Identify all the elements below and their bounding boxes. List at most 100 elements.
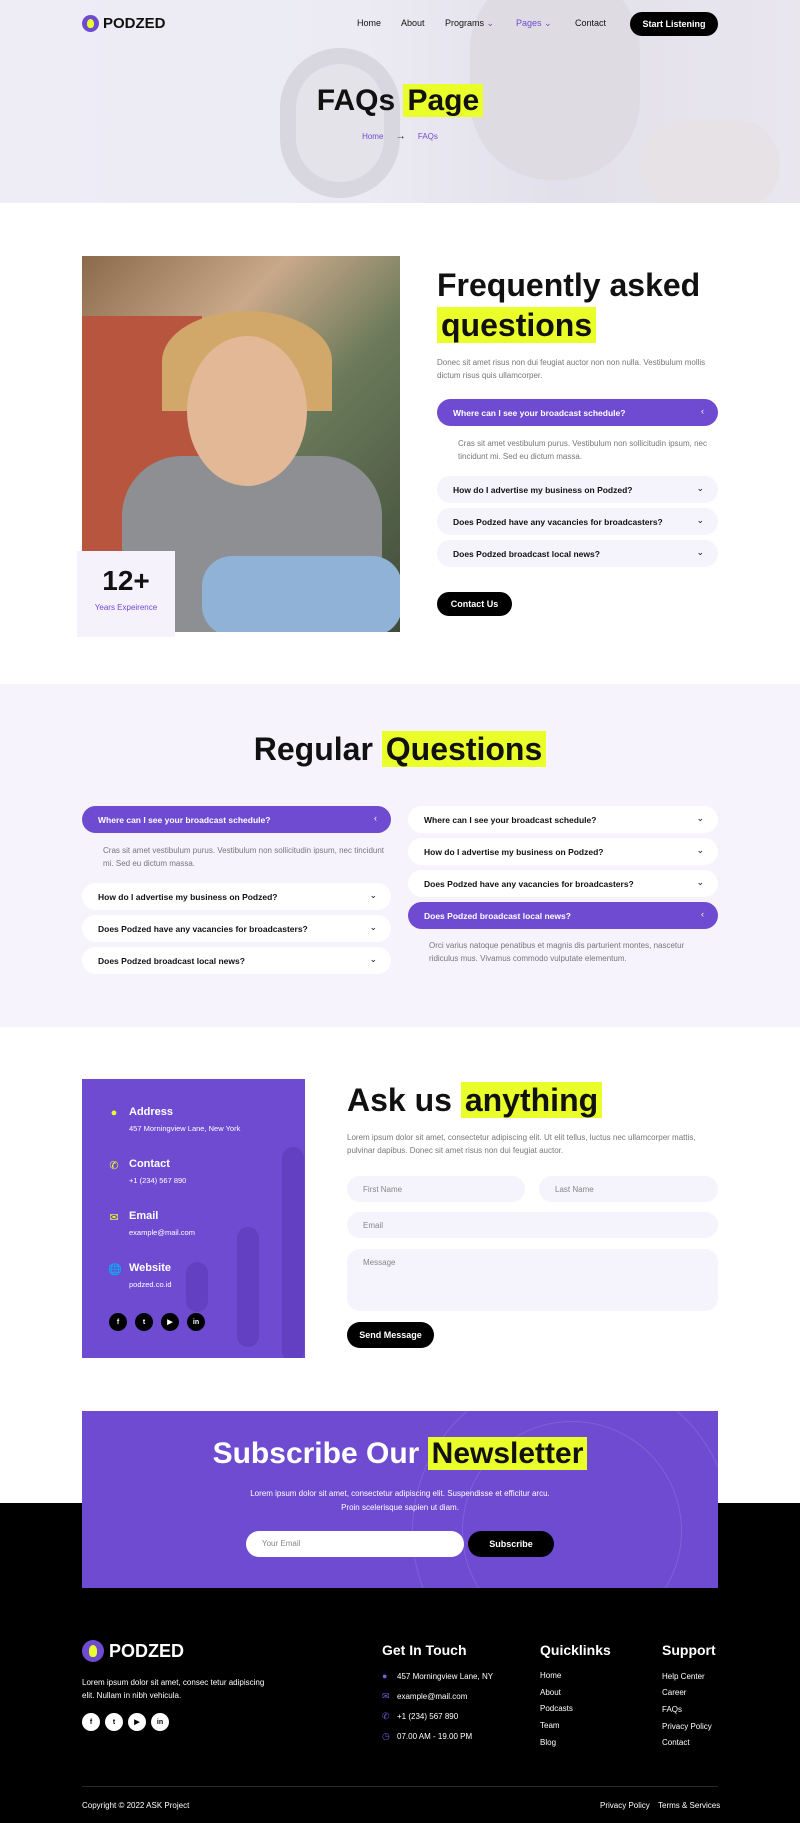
location-pin-icon: ● [382, 1671, 388, 1681]
jeans-shape [202, 556, 400, 632]
footer-link-privacy[interactable]: Privacy Policy [662, 1722, 712, 1731]
footer-link-faqs[interactable]: FAQs [662, 1705, 682, 1714]
facebook-icon[interactable]: f [82, 1713, 100, 1731]
faq-item-open[interactable]: Where can I see your broadcast schedule?… [437, 399, 718, 426]
footer-logo[interactable]: PODZED [82, 1640, 184, 1662]
chevron-down-icon: ⌄ [696, 813, 704, 823]
chevron-down-icon: ⌄ [696, 483, 704, 493]
footer-link-blog[interactable]: Blog [540, 1738, 556, 1747]
email-field[interactable]: Email [347, 1212, 718, 1238]
newsletter-email-input[interactable]: Your Email [246, 1531, 464, 1557]
footer-link-home[interactable]: Home [540, 1671, 561, 1680]
first-name-field[interactable]: First Name [347, 1176, 525, 1202]
footer-link-help[interactable]: Help Center [662, 1672, 705, 1681]
page-title-text: FAQs [316, 84, 396, 117]
send-message-button[interactable]: Send Message [347, 1322, 434, 1348]
facebook-icon[interactable]: f [109, 1313, 127, 1331]
chevron-left-icon: ‹ [701, 406, 704, 416]
nav-contact[interactable]: Contact [575, 18, 606, 28]
regular-left-answer: Cras sit amet vestibulum purus. Vestibul… [103, 846, 385, 868]
footer-touch-title: Get In Touch [382, 1642, 467, 1658]
faq-intro: Donec sit amet risus non dui feugiat auc… [437, 358, 706, 380]
header-logo[interactable]: PODZED [82, 15, 166, 32]
footer-link-about[interactable]: About [540, 1688, 561, 1697]
twitter-icon[interactable]: t [105, 1713, 123, 1731]
faq-question: Where can I see your broadcast schedule? [98, 814, 271, 825]
chevron-down-icon: ⌄ [696, 547, 704, 557]
breadcrumb-home[interactable]: Home [362, 132, 383, 141]
regular-left-item-open[interactable]: Where can I see your broadcast schedule?… [82, 806, 391, 833]
footer-touch-hours: 07.00 AM - 19.00 PM [397, 1732, 473, 1741]
linkedin-icon[interactable]: in [151, 1713, 169, 1731]
contact-us-button[interactable]: Contact Us [437, 592, 512, 616]
logo-text: PODZED [103, 15, 166, 32]
footer-quick-title: Quicklinks [540, 1642, 611, 1658]
regular-left-item[interactable]: Does Podzed broadcast local news? ⌄ [82, 947, 391, 974]
linkedin-icon[interactable]: in [187, 1313, 205, 1331]
faq-question: How do I advertise my business on Podzed… [424, 846, 604, 857]
footer-touch-address: 457 Morningview Lane, NY [397, 1672, 494, 1681]
regular-right-item-open[interactable]: Does Podzed broadcast local news? ‹ [408, 902, 718, 929]
last-name-field[interactable]: Last Name [539, 1176, 718, 1202]
regular-heading-text: Regular [253, 731, 373, 767]
regular-left-item[interactable]: How do I advertise my business on Podzed… [82, 883, 391, 910]
chevron-down-icon: ⌄ [544, 18, 552, 28]
decor-bar [186, 1262, 208, 1312]
chevron-down-icon: ⌄ [369, 922, 377, 932]
faq-question: Does Podzed have any vacancies for broad… [424, 878, 634, 889]
terms-link[interactable]: Terms & Services [658, 1801, 720, 1810]
nav-programs-label: Programs [445, 18, 485, 28]
youtube-icon[interactable]: ▶ [128, 1713, 146, 1731]
footer-link-career[interactable]: Career [662, 1688, 686, 1697]
subscribe-button[interactable]: Subscribe [468, 1531, 554, 1557]
nav-pages[interactable]: Pages ⌄ [516, 18, 552, 29]
contact-phone-title: Contact [129, 1158, 170, 1170]
start-listening-button[interactable]: Start Listening [630, 12, 718, 36]
regular-right-item[interactable]: How do I advertise my business on Podzed… [408, 838, 718, 865]
faq-question: Where can I see your broadcast schedule? [453, 407, 626, 418]
regular-right-item[interactable]: Does Podzed have any vacancies for broad… [408, 870, 718, 897]
ask-intro: Lorem ipsum dolor sit amet, consectetur … [347, 1133, 696, 1155]
contact-website-title: Website [129, 1262, 171, 1274]
faq-question: Where can I see your broadcast schedule? [424, 814, 597, 825]
experience-label: Years Expeirence [94, 603, 158, 612]
nav-programs[interactable]: Programs ⌄ [445, 18, 494, 29]
newsletter-heading-text: Subscribe Our [212, 1437, 420, 1470]
faq-question: Does Podzed broadcast local news? [424, 910, 571, 921]
privacy-policy-link[interactable]: Privacy Policy [600, 1801, 650, 1810]
page-title-highlight: Page [403, 84, 484, 117]
regular-right-item[interactable]: Where can I see your broadcast schedule?… [408, 806, 718, 833]
footer-about: Lorem ipsum dolor sit amet, consec tetur… [82, 1678, 265, 1700]
newsletter-section: Subscribe Our Newsletter Lorem ipsum dol… [82, 1411, 718, 1588]
footer-link-podcasts[interactable]: Podcasts [540, 1704, 573, 1713]
contact-address-title: Address [129, 1106, 174, 1118]
contact-website-value: podzed.co.id [129, 1280, 172, 1289]
footer-link-contact[interactable]: Contact [662, 1738, 690, 1747]
regular-heading: Regular Questions [0, 729, 800, 769]
faq-item[interactable]: Does Podzed broadcast local news? ⌄ [437, 540, 718, 567]
faq-answer: Cras sit amet vestibulum purus. Vestibul… [458, 439, 707, 461]
regular-left-item[interactable]: Does Podzed have any vacancies for broad… [82, 915, 391, 942]
youtube-icon[interactable]: ▶ [161, 1313, 179, 1331]
page-title: FAQs Page [0, 84, 800, 118]
footer-link-team[interactable]: Team [540, 1721, 560, 1730]
microphone-image [280, 48, 400, 198]
footer-logo-text: PODZED [109, 1640, 185, 1661]
newsletter-line2: Proin scelerisque sapien ut diam. [341, 1503, 459, 1512]
ask-heading-highlight: anything [460, 1082, 603, 1118]
faq-item[interactable]: Does Podzed have any vacancies for broad… [437, 508, 718, 535]
clock-icon: ◷ [382, 1731, 390, 1741]
ask-heading: Ask us anything [347, 1080, 603, 1120]
ask-heading-text: Ask us [347, 1082, 452, 1118]
faq-item[interactable]: How do I advertise my business on Podzed… [437, 476, 718, 503]
chevron-down-icon: ⌄ [369, 890, 377, 900]
regular-right-answer: Orci varius natoque penatibus et magnis … [429, 941, 685, 963]
twitter-icon[interactable]: t [135, 1313, 153, 1331]
copyright-text: Copyright © 2022 ASK Project [82, 1801, 190, 1810]
nav-home[interactable]: Home [357, 18, 381, 28]
nav-about[interactable]: About [401, 18, 425, 28]
nav-pages-label: Pages [516, 18, 542, 28]
message-field[interactable]: Message [347, 1249, 718, 1311]
contact-info-card: ● Address 457 Morningview Lane, New York… [82, 1079, 305, 1358]
newsletter-text: Lorem ipsum dolor sit amet, consectetur … [82, 1487, 718, 1515]
